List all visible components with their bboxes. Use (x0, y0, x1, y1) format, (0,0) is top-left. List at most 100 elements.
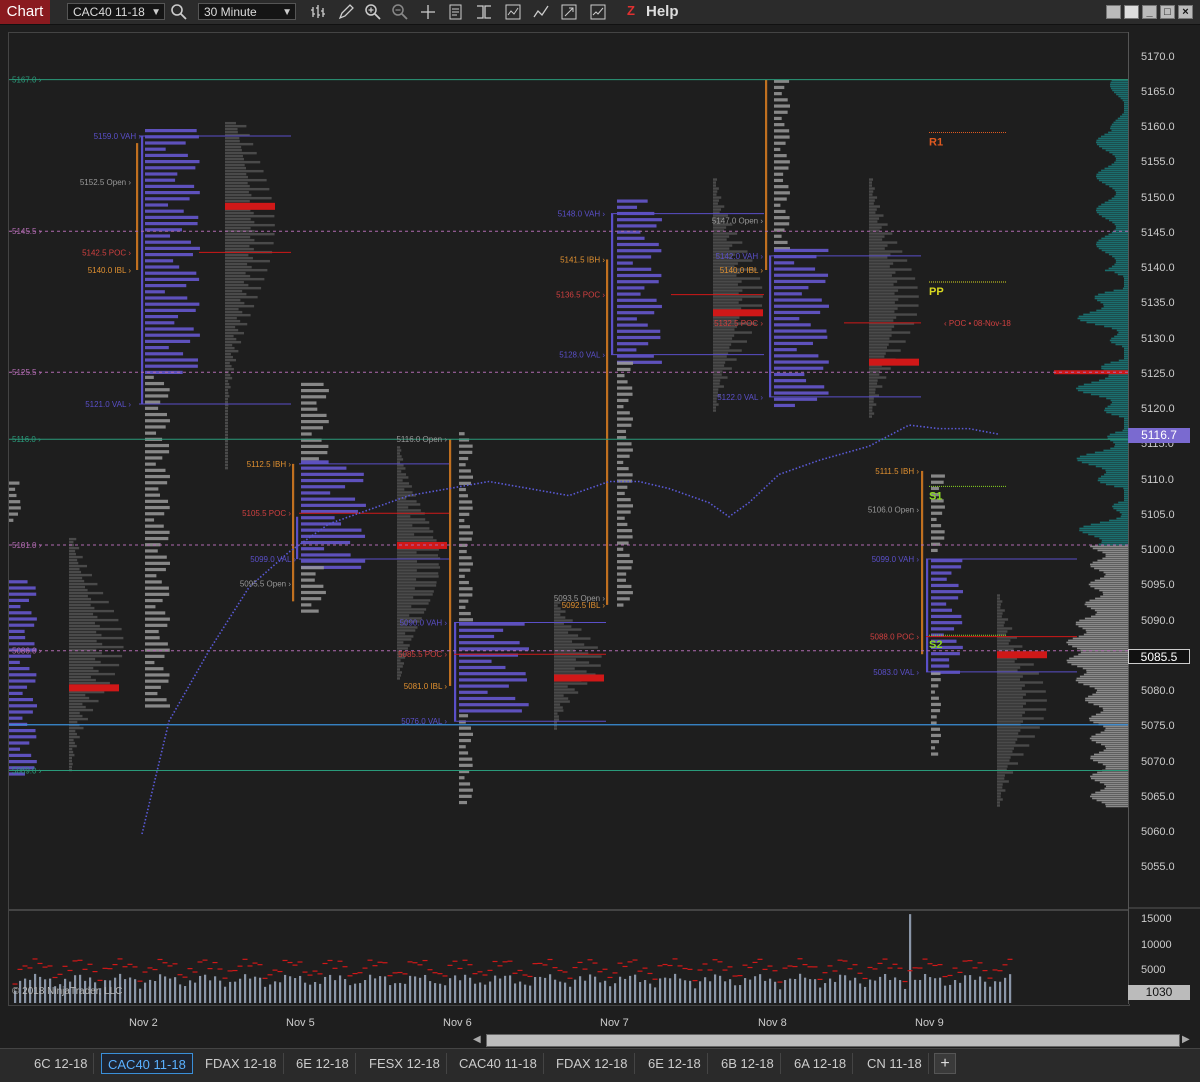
profile-row (69, 660, 101, 664)
tpo-row (774, 329, 827, 333)
poc-bar (225, 202, 275, 210)
add-tab-button[interactable]: + (934, 1053, 956, 1074)
date-tick-label: Nov 5 (286, 1017, 315, 1029)
scroll-right-icon[interactable]: ▶ (1182, 1034, 1194, 1047)
composite-row (1080, 651, 1128, 654)
volume-bar (339, 975, 342, 1003)
composite-row (1114, 271, 1128, 274)
volume-avg-mark (47, 965, 53, 967)
tpo-row (459, 647, 529, 651)
profile-row (397, 491, 413, 494)
tpo-row (617, 566, 632, 570)
chart-tab[interactable]: CN 11-18 (861, 1053, 929, 1074)
volume-avg-mark (652, 978, 658, 980)
volume-panel[interactable] (8, 910, 1130, 1006)
profile-row (225, 172, 247, 176)
data-box-icon[interactable] (475, 3, 493, 21)
tpo-row (459, 703, 529, 707)
profile-row (554, 646, 598, 649)
zoom-in-icon[interactable] (364, 3, 382, 21)
window-color-button[interactable] (1106, 5, 1121, 19)
composite-row (1079, 527, 1128, 530)
chart-tab[interactable]: FESX 12-18 (363, 1053, 447, 1074)
composite-row (1084, 603, 1128, 606)
chart-tab[interactable]: 6E 12-18 (642, 1053, 708, 1074)
tpo-row (617, 448, 633, 452)
profile-row (397, 575, 439, 578)
last-price-badge: 5085.5 (1128, 649, 1190, 664)
profile-row (69, 699, 99, 703)
volume-avg-mark (107, 968, 113, 970)
composite-row (1090, 755, 1128, 758)
tpo-row (931, 530, 945, 534)
volume-bar (874, 980, 877, 1003)
bar-type-icon[interactable] (310, 3, 328, 21)
tpo-row (301, 382, 324, 386)
profile-row (225, 157, 244, 161)
volume-avg-mark (897, 967, 903, 969)
price-panel[interactable]: 5167.0 ›5145.5 ›5125.5 ›5116.0 ›5101.0 ›… (8, 32, 1130, 910)
chart-tab[interactable]: 6A 12-18 (788, 1053, 854, 1074)
profile-row (225, 274, 251, 278)
tpo-row (9, 586, 36, 590)
close-icon[interactable]: × (1178, 5, 1193, 19)
volume-bar (329, 974, 332, 1003)
tpo-row (774, 341, 813, 346)
profile-row (225, 256, 253, 260)
tpo-row (774, 397, 818, 401)
volume-avg-mark (187, 968, 193, 970)
composite-row (1101, 743, 1128, 746)
composite-row (1075, 621, 1128, 624)
profile-row (869, 292, 895, 295)
templates-icon[interactable] (504, 3, 522, 21)
volume-avg-mark (547, 958, 553, 961)
composite-row (1100, 711, 1128, 714)
properties-icon[interactable] (447, 3, 465, 21)
volume-avg-mark (812, 966, 818, 968)
profile-label: 5122.0 VAL › (717, 393, 763, 402)
snapshot-icon[interactable] (560, 3, 578, 21)
chart-tab[interactable]: FDAX 12-18 (550, 1053, 635, 1074)
profile-row (997, 795, 1001, 798)
profile-row (713, 385, 724, 388)
composite-row (1110, 361, 1128, 364)
composite-row (1118, 415, 1128, 418)
composite-row (1115, 259, 1128, 262)
chart-tab[interactable]: CAC40 11-18 (101, 1053, 193, 1074)
chart-tab[interactable]: FDAX 12-18 (199, 1053, 284, 1074)
tpo-row (774, 240, 788, 245)
horizontal-scrollbar[interactable] (486, 1034, 1180, 1047)
minimize-button[interactable]: _ (1142, 5, 1157, 19)
draw-pencil-icon[interactable] (337, 3, 355, 21)
strategies-icon[interactable] (532, 3, 550, 21)
chart-tab[interactable]: CAC40 11-18 (453, 1053, 544, 1074)
tpo-row (617, 442, 632, 446)
volume-bar (174, 977, 177, 1003)
chart-tab[interactable]: 6E 12-18 (290, 1053, 356, 1074)
profile-row (997, 762, 1019, 765)
volume-avg-mark (172, 963, 178, 965)
composite-row (1099, 751, 1128, 754)
z-logo-icon[interactable]: Z (624, 4, 638, 18)
profile-row (997, 612, 1003, 615)
indicators-icon[interactable] (589, 3, 607, 21)
maximize-button[interactable]: □ (1160, 5, 1175, 19)
chart-tab[interactable]: 6C 12-18 (28, 1053, 95, 1074)
composite-row (1076, 677, 1128, 680)
interval-selector[interactable]: 30 Minute ▼ (198, 3, 296, 20)
scroll-left-icon[interactable]: ◀ (473, 1034, 485, 1047)
crosshair-icon[interactable] (419, 3, 437, 21)
window-pin-button[interactable] (1124, 5, 1139, 19)
profile-row (869, 238, 883, 241)
profile-row (69, 579, 85, 583)
volume-avg-mark (412, 962, 418, 964)
price-tick-label: 5160.0 (1141, 121, 1175, 133)
volume-avg-mark (352, 972, 358, 975)
search-icon[interactable] (170, 3, 188, 21)
instrument-selector[interactable]: CAC40 11-18 ▼ (67, 3, 165, 20)
zoom-out-icon[interactable] (391, 3, 409, 21)
help-menu[interactable]: Help (646, 3, 679, 20)
tpo-row (774, 129, 790, 133)
chart-tab[interactable]: 6B 12-18 (715, 1053, 781, 1074)
profile-row (997, 753, 1024, 756)
